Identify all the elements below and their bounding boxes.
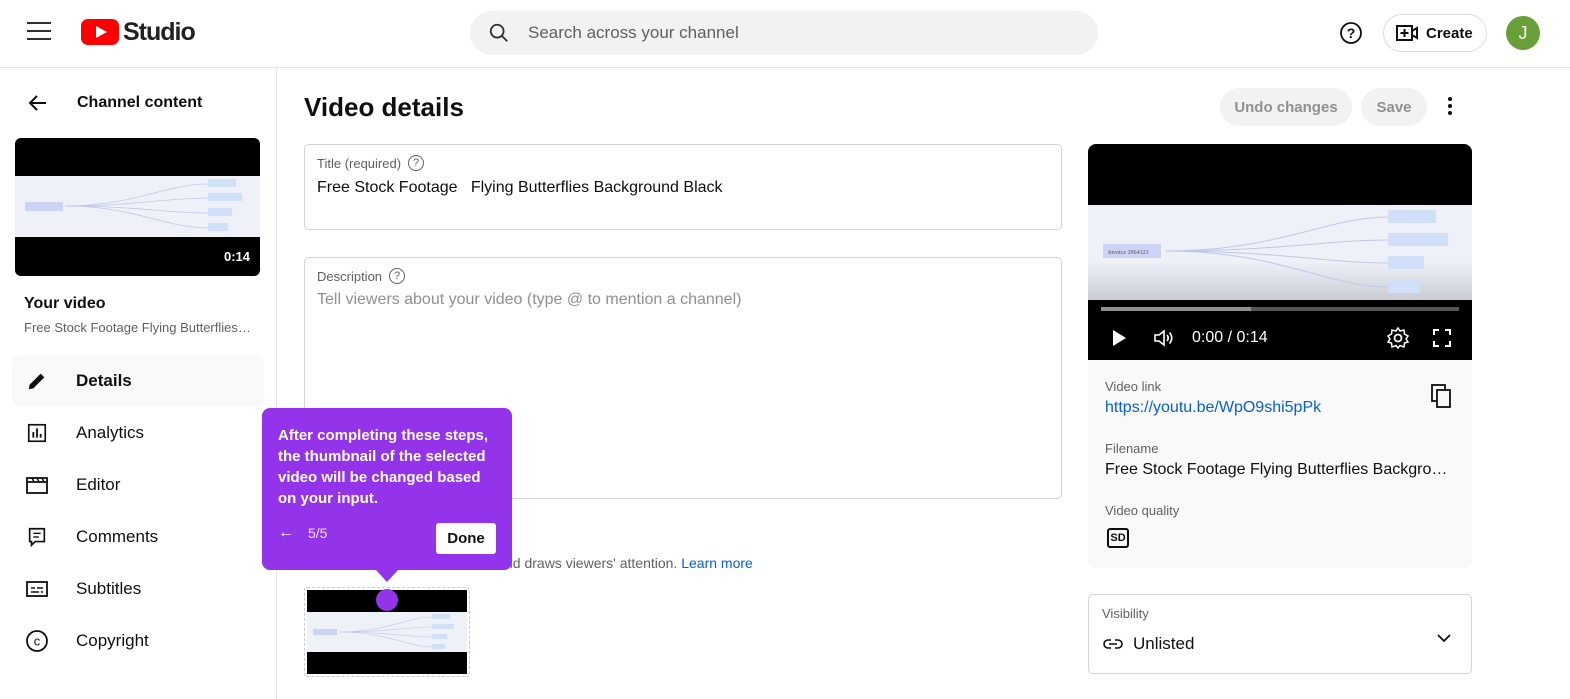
video-link-label: Video link [1105, 379, 1162, 394]
sidebar-item-comments[interactable]: Comments [12, 511, 264, 563]
create-video-icon [1396, 25, 1418, 41]
more-options-icon[interactable] [1440, 96, 1460, 116]
copy-icon[interactable] [1430, 384, 1452, 408]
svg-text:?: ? [1347, 25, 1356, 41]
settings-gear-icon[interactable] [1386, 326, 1410, 350]
tour-highlight-dot [376, 589, 398, 611]
video-info-panel: Video link https://youtu.be/WpO9shi5pPk … [1088, 360, 1472, 568]
thumbnail-help-body: nd draws viewers' attention. [505, 555, 678, 571]
thumbnail-help-text: nd draws viewers' attention. Learn more [505, 555, 753, 571]
create-button[interactable]: Create [1383, 14, 1487, 52]
volume-icon[interactable] [1152, 326, 1176, 350]
svg-text:Invoice 2964323: Invoice 2964323 [1108, 250, 1149, 256]
video-player[interactable]: Invoice 2964323 0:00 / 0:14 [1088, 144, 1472, 360]
top-bar: Studio ? Create J [0, 0, 1570, 68]
search-icon[interactable] [488, 22, 510, 44]
tooltip-footer: ← 5/5 [278, 524, 327, 542]
thumbnail-image [307, 612, 467, 652]
video-progress-bar[interactable] [1101, 307, 1459, 311]
comments-icon [25, 525, 49, 549]
sd-quality-icon: SD [1107, 528, 1129, 548]
sidebar-item-subtitles[interactable]: Subtitles [12, 563, 264, 615]
editor-icon [25, 473, 49, 497]
sidebar-item-label: Comments [76, 527, 159, 546]
back-arrow-icon[interactable] [26, 91, 50, 115]
filename: Free Stock Footage Flying Butterflies Ba… [1105, 461, 1450, 478]
video-quality-label: Video quality [1105, 503, 1180, 518]
tooltip-step-count: 5/5 [308, 525, 328, 541]
search-input[interactable] [528, 23, 1048, 43]
sidebar-item-label: Editor [76, 475, 121, 494]
pencil-icon [25, 369, 49, 393]
youtube-logo-icon [81, 19, 119, 45]
tour-tooltip: After completing these steps, the thumbn… [262, 408, 512, 582]
sidebar-item-details[interactable]: Details [12, 355, 264, 407]
search-bar[interactable] [470, 11, 1098, 55]
menu-icon[interactable] [27, 22, 51, 42]
fullscreen-icon[interactable] [1430, 326, 1454, 350]
done-button[interactable]: Done [436, 523, 496, 554]
video-thumbnail[interactable]: 0:14 [15, 138, 260, 276]
tooltip-text: After completing these steps, the thumbn… [278, 427, 489, 507]
time-display: 0:00 / 0:14 [1192, 329, 1268, 346]
video-frame: Invoice 2964323 [1088, 205, 1472, 300]
title-label-text: Title (required) [317, 155, 402, 171]
description-help-icon[interactable]: ? [389, 268, 406, 284]
copyright-icon: c [25, 629, 49, 653]
buffered-bar [1101, 307, 1252, 311]
visibility-dropdown[interactable]: Visibility Unlisted [1088, 594, 1472, 674]
save-button[interactable]: Save [1361, 88, 1427, 126]
duration-badge: 0:14 [223, 249, 250, 264]
play-icon[interactable] [1106, 326, 1130, 350]
player-controls: 0:00 / 0:14 [1088, 322, 1472, 354]
page-title: Video details [304, 92, 464, 122]
sidebar-item-analytics[interactable]: Analytics [12, 407, 264, 459]
sidebar-item-copyright[interactable]: c Copyright [12, 615, 264, 667]
analytics-icon [25, 421, 49, 445]
undo-changes-button[interactable]: Undo changes [1220, 88, 1352, 126]
thumbnail-image [15, 176, 260, 237]
sidebar: Channel content 0:14 Your video Free Sto… [0, 69, 277, 699]
filename-label: Filename [1105, 441, 1159, 456]
title-label: Title (required) ? [317, 155, 425, 171]
video-name: Free Stock Footage Flying Butterflies Ba… [24, 320, 254, 335]
tooltip-back-icon[interactable]: ← [278, 524, 294, 542]
create-label: Create [1426, 24, 1473, 42]
svg-text:c: c [34, 634, 41, 649]
visibility-value: Unlisted [1133, 634, 1195, 653]
description-label-text: Description [317, 268, 383, 284]
title-field[interactable]: Title (required) ? Free Stock Footage Fl… [304, 144, 1062, 230]
logo-text: Studio [123, 17, 196, 46]
help-icon[interactable]: ? [1339, 21, 1363, 45]
chevron-down-icon[interactable] [1435, 629, 1453, 647]
visibility-label: Visibility [1102, 606, 1149, 621]
learn-more-link[interactable]: Learn more [681, 555, 753, 571]
sidebar-item-label: Copyright [76, 631, 149, 650]
description-label: Description ? [317, 268, 406, 284]
sidebar-item-label: Analytics [76, 423, 145, 442]
avatar[interactable]: J [1506, 16, 1540, 50]
title-help-icon[interactable]: ? [408, 155, 425, 171]
studio-logo[interactable]: Studio [81, 17, 196, 47]
sidebar-nav: Details Analytics Editor Comments Subtit… [12, 355, 264, 667]
subtitles-icon [25, 577, 49, 601]
link-icon [1103, 639, 1123, 649]
channel-content-link[interactable]: Channel content [77, 94, 202, 112]
description-input[interactable]: Tell viewers about your video (type @ to… [317, 291, 741, 309]
sidebar-item-editor[interactable]: Editor [12, 459, 264, 511]
title-input[interactable]: Free Stock Footage Flying Butterflies Ba… [317, 179, 723, 197]
video-link[interactable]: https://youtu.be/WpO9shi5pPk [1105, 399, 1450, 417]
sidebar-item-label: Details [76, 371, 132, 390]
your-video-label: Your video [24, 295, 106, 312]
sidebar-item-label: Subtitles [76, 579, 142, 598]
